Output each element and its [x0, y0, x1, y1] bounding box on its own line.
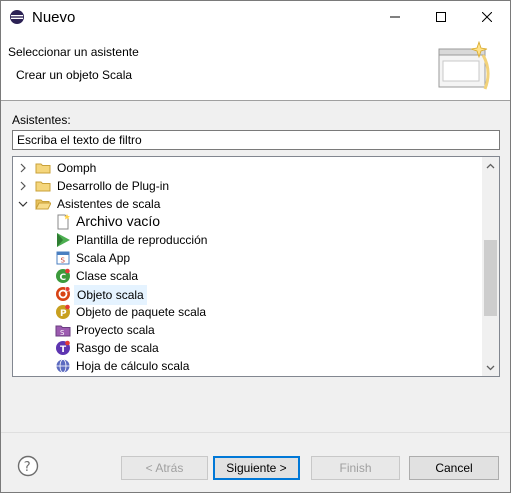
scala-project-icon: S	[55, 325, 71, 337]
empty-file-icon	[57, 214, 70, 230]
tree-item-label: Oomph	[57, 161, 97, 175]
tree-item-scala-trait[interactable]: T Rasgo de scala	[13, 339, 483, 357]
scala-class-icon: C	[56, 268, 70, 283]
tree-item-label: Objeto de paquete scala	[76, 305, 207, 319]
tree-item-plugin-dev[interactable]: Desarrollo de Plug-in	[13, 177, 483, 195]
chevron-down-icon	[486, 365, 495, 370]
title-bar[interactable]: Nuevo	[1, 1, 510, 33]
wizard-header: Seleccionar un asistente Crear un objeto…	[1, 33, 510, 101]
footer-divider	[1, 432, 510, 433]
folder-icon	[35, 181, 51, 192]
header-title: Seleccionar un asistente	[8, 45, 139, 59]
tree-item-label: Hoja de cálculo scala	[76, 359, 190, 373]
next-button[interactable]: Siguiente >	[213, 456, 300, 480]
scala-app-icon: S	[56, 251, 70, 265]
minimize-button[interactable]	[372, 1, 418, 33]
wizard-banner-icon	[438, 41, 490, 90]
svg-text:C: C	[60, 273, 67, 283]
package-object-icon: P	[56, 304, 70, 319]
wizard-body: Asistentes: Oomph Desarrollo de Plug-in	[1, 102, 510, 432]
tree-scrollbar[interactable]	[482, 157, 499, 376]
chevron-right-icon[interactable]	[18, 181, 28, 191]
wizard-tree[interactable]: Oomph Desarrollo de Plug-in Asistentes d…	[12, 156, 500, 377]
tree-item-label: Asistentes de scala	[57, 197, 161, 211]
svg-text:T: T	[60, 345, 67, 355]
tree-item-worksheet[interactable]: Hoja de cálculo scala	[13, 357, 483, 375]
chevron-down-icon[interactable]	[18, 199, 28, 209]
maximize-icon	[436, 12, 446, 22]
worksheet-icon	[56, 359, 70, 373]
tree-item-label: Plantilla de reproducción	[76, 233, 208, 247]
tree-item-empty-file[interactable]: Archivo vacío	[13, 213, 483, 231]
finish-button[interactable]: Finish	[311, 456, 400, 480]
tree-item-oomph[interactable]: Oomph	[13, 159, 483, 177]
folder-open-icon	[35, 199, 51, 210]
tree-item-label: Desarrollo de Plug-in	[57, 179, 170, 193]
tree-item-label: Archivo vacío	[76, 213, 161, 229]
scroll-up-button[interactable]	[482, 157, 499, 174]
chevron-up-icon	[486, 163, 495, 168]
tree-item-play-template[interactable]: Plantilla de reproducción	[13, 231, 483, 249]
back-button[interactable]: < Atrás	[121, 456, 208, 480]
tree-item-label: Scala App	[76, 251, 131, 265]
close-icon	[482, 12, 492, 22]
scroll-thumb[interactable]	[484, 240, 497, 316]
minimize-icon	[390, 16, 400, 18]
svg-text:?: ?	[24, 460, 31, 475]
window-title: Nuevo	[32, 9, 76, 26]
scala-object-icon	[56, 286, 71, 301]
close-button[interactable]	[464, 1, 510, 33]
tree-item-scala-class[interactable]: C Clase scala	[13, 267, 483, 285]
cancel-button[interactable]: Cancel	[409, 456, 499, 480]
header-description: Crear un objeto Scala	[16, 68, 133, 82]
svg-text:S: S	[61, 257, 66, 265]
tree-item-label: Objeto scala	[74, 285, 147, 305]
help-icon[interactable]: ?	[17, 455, 39, 477]
tree-item-scala-project[interactable]: S Proyecto scala	[13, 321, 483, 339]
eclipse-icon	[10, 10, 24, 24]
folder-icon	[35, 163, 51, 174]
scroll-down-button[interactable]	[482, 359, 499, 376]
tree-item-package-object[interactable]: P Objeto de paquete scala	[13, 303, 483, 321]
tree-item-label: Clase scala	[76, 269, 139, 283]
tree-item-label: Proyecto scala	[76, 323, 155, 337]
scala-trait-icon: T	[56, 340, 70, 355]
svg-text:P: P	[60, 309, 67, 319]
chevron-right-icon[interactable]	[18, 163, 28, 173]
dialog-window: Nuevo Seleccionar un asistente Crear un …	[0, 0, 511, 493]
tree-item-scala-app[interactable]: S Scala App	[13, 249, 483, 267]
wizards-label: Asistentes:	[12, 113, 71, 127]
play-template-icon	[57, 233, 70, 247]
svg-text:S: S	[60, 329, 65, 337]
tree-item-label: Rasgo de scala	[76, 341, 159, 355]
filter-input[interactable]	[12, 130, 500, 150]
tree-item-scala-object[interactable]: Objeto scala	[13, 285, 483, 305]
tree-list: Oomph Desarrollo de Plug-in Asistentes d…	[13, 157, 483, 375]
tree-item-scala-wizards[interactable]: Asistentes de scala	[13, 195, 483, 213]
maximize-button[interactable]	[418, 1, 464, 33]
